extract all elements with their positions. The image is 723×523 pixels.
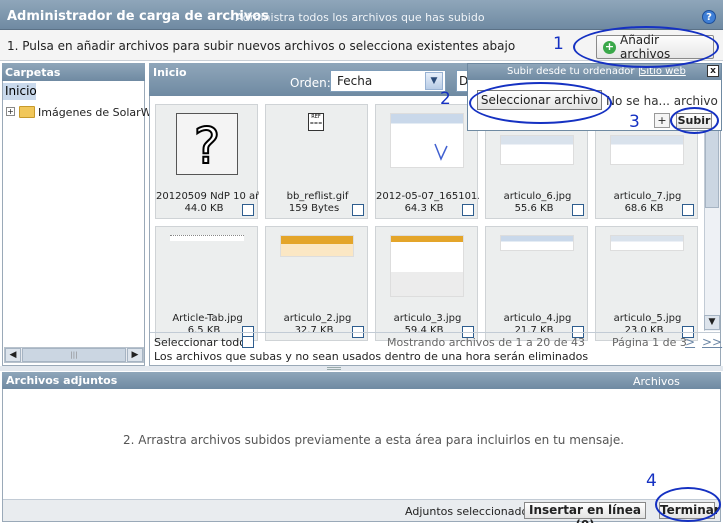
file-thumbnail <box>610 135 684 165</box>
file-tile[interactable]: articulo_2.jpg 32.7 KB <box>265 226 368 341</box>
file-size: 32.7 KB <box>294 325 334 336</box>
file-tile[interactable]: 2012-05-07_165101.jp 64.3 KB <box>375 104 479 219</box>
file-name: 2012-05-07_165101.jp <box>376 191 479 202</box>
annotation-circle <box>670 107 719 134</box>
annotation-number: 2 <box>440 89 451 109</box>
file-tile[interactable]: ? 20120509 NdP 10 año: 44.0 KB <box>155 104 259 219</box>
step1-instruction: 1. Pulsa en añadir archivos para subir n… <box>7 39 516 53</box>
upload-popup-title: Subir desde tu ordenador | <box>507 66 642 77</box>
file-thumbnail: REF === <box>308 113 324 131</box>
attachments-title-right: Archivos adjuntos <box>633 375 681 401</box>
file-tile[interactable]: articulo_5.jpg 23.0 KB <box>595 226 698 341</box>
annotation-number: 1 <box>553 34 564 54</box>
showing-count: Mostrando archivos de 1 a 20 de 43 <box>387 336 585 349</box>
annotation-circle <box>573 26 719 68</box>
window-subtitle: - Administra todos los archivos que has … <box>228 11 485 24</box>
help-icon[interactable]: ? <box>702 10 716 24</box>
file-name: articulo_5.jpg <box>613 313 682 324</box>
file-size: 64.3 KB <box>404 203 444 214</box>
file-name: 20120509 NdP 10 año: <box>156 191 259 202</box>
file-thumbnail <box>500 235 574 251</box>
question-mark-icon: ? <box>176 113 238 176</box>
page-info: Página 1 de 3 <box>612 336 687 349</box>
file-tile[interactable]: Article-Tab.jpg 6.5 KB <box>155 226 258 341</box>
splitter-grip[interactable] <box>327 367 341 370</box>
file-size: 23.0 KB <box>624 325 664 336</box>
file-thumbnail <box>610 235 684 251</box>
file-thumbnail <box>390 113 464 168</box>
attachments-title: Archivos adjuntos <box>6 374 118 387</box>
folder-root[interactable]: Inicio <box>3 83 37 100</box>
file-tile[interactable]: articulo_4.jpg 21.7 KB <box>485 226 588 341</box>
scroll-down-icon[interactable]: ▼ <box>704 315 720 330</box>
svg-text:?: ? <box>194 117 221 174</box>
scroll-thumb[interactable] <box>705 128 719 208</box>
last-page-link[interactable]: >> <box>702 335 722 349</box>
file-name: articulo_7.jpg <box>613 191 682 202</box>
file-checkbox[interactable] <box>462 204 474 216</box>
add-row-button[interactable]: + <box>654 113 670 128</box>
next-page-link[interactable]: > <box>685 335 695 349</box>
file-thumbnail <box>280 235 354 257</box>
file-size: 44.0 KB <box>184 203 224 214</box>
select-all-label: Seleccionar todo <box>154 336 246 349</box>
annotation-circle <box>469 82 612 124</box>
file-size: 55.6 KB <box>514 203 554 214</box>
close-icon[interactable]: x <box>707 65 719 77</box>
insert-inline-button[interactable]: Insertar en línea (0) <box>524 502 646 523</box>
scroll-left-icon[interactable]: ◀ <box>5 348 21 362</box>
folder-icon <box>19 106 35 118</box>
file-checkbox[interactable] <box>352 204 364 216</box>
file-size: 159 Bytes <box>288 203 340 214</box>
file-size: 59.4 KB <box>404 325 444 336</box>
expand-icon[interactable]: + <box>6 107 15 116</box>
file-size: 68.6 KB <box>624 203 664 214</box>
annotation-number: 4 <box>646 471 657 491</box>
file-name: articulo_4.jpg <box>503 313 572 324</box>
folder-item[interactable]: Imágenes de SolarWik <box>38 106 161 119</box>
file-name: articulo_3.jpg <box>393 313 462 324</box>
divider <box>150 332 720 333</box>
file-checkbox[interactable] <box>682 204 694 216</box>
unused-files-note: Los archivos que subas y no sean usados … <box>154 350 589 363</box>
folders-header: Carpetas <box>2 63 145 81</box>
chevron-down-icon[interactable]: ▼ <box>425 72 443 90</box>
no-file-selected: No se ha... archivo <box>606 94 718 108</box>
splitter[interactable] <box>0 366 723 371</box>
scroll-right-icon[interactable]: ▶ <box>127 348 143 362</box>
file-tile[interactable]: REF === bb_reflist.gif 159 Bytes <box>265 104 368 219</box>
file-name: Article-Tab.jpg <box>172 313 243 324</box>
file-size: 6.5 KB <box>187 325 221 336</box>
select-all-checkbox[interactable] <box>242 336 254 348</box>
files-panel-title: Inicio <box>153 66 187 79</box>
file-checkbox[interactable] <box>242 204 254 216</box>
file-checkbox[interactable] <box>572 204 584 216</box>
file-thumbnail <box>390 235 464 297</box>
annotation-circle <box>655 487 721 522</box>
file-name: bb_reflist.gif <box>286 191 349 202</box>
scroll-thumb[interactable]: ||| <box>22 348 126 362</box>
file-thumbnail <box>500 135 574 165</box>
file-size: 21.7 KB <box>514 325 554 336</box>
file-name: articulo_6.jpg <box>503 191 572 202</box>
annotation-number: 3 <box>629 112 640 132</box>
file-tile[interactable]: articulo_3.jpg 59.4 KB <box>375 226 478 341</box>
sort-label: Orden: <box>290 76 331 90</box>
drag-instruction: 2. Arrastra archivos subidos previamente… <box>123 433 625 447</box>
file-thumbnail <box>170 235 244 241</box>
file-name: articulo_2.jpg <box>283 313 352 324</box>
selected-attachments-label: Adjuntos seleccionados: <box>405 505 538 518</box>
